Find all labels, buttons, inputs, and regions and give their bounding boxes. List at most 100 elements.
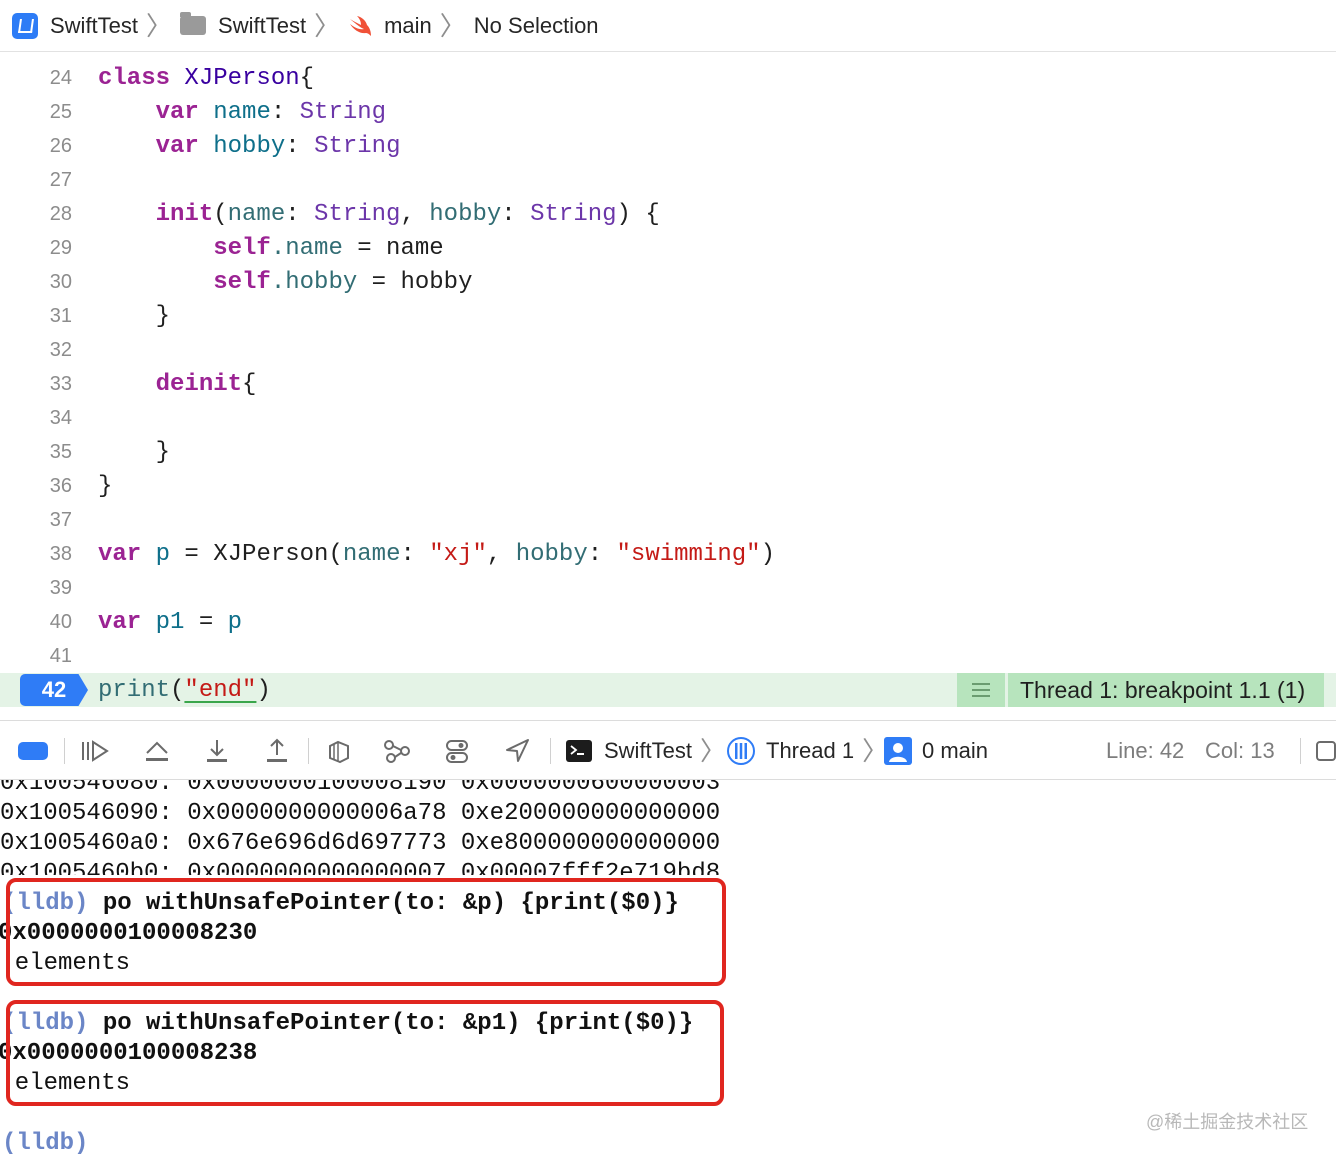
lldb-prompt-line[interactable]: (lldb) — [2, 1130, 88, 1157]
code-line: 40 var p1 = p — [0, 605, 1336, 639]
step-over-icon — [146, 741, 168, 761]
memory-graph-icon — [384, 740, 410, 763]
code-line: 33 deinit{ — [0, 367, 1336, 401]
debug-area-icon — [18, 742, 48, 760]
code-line: 28 init(name: String, hobby: String) { — [0, 197, 1336, 231]
highlight-box — [6, 1000, 724, 1106]
breakpoint-annotation[interactable]: Thread 1: breakpoint 1.1 (1) — [957, 673, 1324, 707]
chevron-right-icon: 〉 — [146, 10, 173, 41]
continue-icon — [82, 740, 109, 762]
environment-overrides-button[interactable] — [440, 721, 474, 781]
toggles-icon — [446, 740, 468, 763]
line-number: 29 — [49, 236, 72, 259]
code-line: 25 var name: String — [0, 95, 1336, 129]
source-editor[interactable]: 24 class XJPerson{ 25 var name: String 2… — [0, 53, 1336, 720]
frame-selector[interactable]: 0 main — [884, 721, 988, 781]
line-number: 35 — [49, 440, 72, 463]
column-indicator: Col: 13 — [1205, 738, 1275, 763]
swift-file-icon — [350, 15, 372, 36]
breakpoint-marker[interactable]: 42 — [20, 674, 88, 706]
thread-icon — [727, 737, 755, 765]
view-hierarchy-button[interactable] — [322, 721, 356, 781]
panel-icon — [1316, 741, 1336, 761]
process-selector[interactable]: SwiftTest 〉 — [566, 721, 734, 781]
breadcrumb-project[interactable]: SwiftTest — [12, 12, 138, 39]
line-number: 30 — [49, 270, 72, 293]
chevron-right-icon: 〉 — [700, 736, 727, 766]
breadcrumb-folder-label: SwiftTest — [218, 12, 307, 38]
breadcrumb-folder[interactable]: SwiftTest — [180, 12, 307, 39]
location-arrow-icon — [506, 739, 529, 762]
line-number: 39 — [49, 576, 72, 599]
step-over-button[interactable] — [140, 721, 174, 781]
code-line: 30 self.hobby = hobby — [0, 265, 1336, 299]
memory-dump-line: 0x100546080: 0x0000000100008190 0x000000… — [0, 780, 721, 797]
code-line: 27 — [0, 163, 1336, 197]
current-line: 42 print("end") Thread 1: breakpoint 1.1… — [0, 673, 1336, 707]
continue-button[interactable] — [78, 721, 112, 781]
watermark: @稀土掘金技术社区 — [1146, 1112, 1309, 1132]
code-line: 29 self.name = name — [0, 231, 1336, 265]
line-number: 31 — [49, 304, 72, 327]
step-out-icon — [267, 738, 287, 762]
line-number: 25 — [49, 100, 72, 123]
step-into-button[interactable] — [200, 721, 234, 781]
code-line: 34 — [0, 401, 1336, 435]
code-line: 35 } — [0, 435, 1336, 469]
memory-graph-button[interactable] — [380, 721, 414, 781]
line-number: 24 — [49, 66, 72, 89]
breakpoint-message: Thread 1: breakpoint 1.1 (1) — [1008, 673, 1324, 707]
breadcrumb-selection[interactable]: No Selection — [474, 13, 599, 39]
lldb-console[interactable]: 0x100546080: 0x0000000100008190 0x000000… — [0, 780, 1336, 1160]
memory-dump-line: 0x100546090: 0x0000000000006a78 0xe20000… — [0, 800, 721, 827]
line-number: 33 — [49, 372, 72, 395]
jump-bar: SwiftTest 〉 SwiftTest 〉 main 〉 No Select… — [0, 0, 1336, 52]
breadcrumb-file[interactable]: main — [348, 13, 432, 39]
divider — [64, 738, 65, 764]
line-number: 37 — [49, 508, 72, 531]
chevron-right-icon: 〉 — [314, 10, 341, 41]
divider — [1300, 738, 1301, 764]
line-number: 38 — [49, 542, 72, 565]
terminal-icon — [566, 740, 592, 762]
thread-selector[interactable]: Thread 1 〉 — [726, 721, 896, 781]
line-number: 36 — [49, 474, 72, 497]
process-label: SwiftTest — [604, 738, 693, 763]
user-frame-icon — [884, 737, 912, 765]
frame-label: 0 main — [922, 738, 989, 763]
debug-bar: SwiftTest 〉 Thread 1 〉 0 main Line: 42 C… — [0, 720, 1336, 780]
line-indicator: Line: 42 — [1106, 738, 1185, 763]
line-number: 32 — [49, 338, 72, 361]
highlight-box — [6, 878, 726, 986]
step-into-icon — [207, 740, 227, 762]
line-number: 41 — [49, 644, 72, 667]
line-number: 28 — [49, 202, 72, 225]
simulate-location-button[interactable] — [500, 721, 534, 781]
divider — [550, 738, 551, 764]
memory-dump-line: 0x1005460a0: 0x676e696d6d697773 0xe80000… — [0, 830, 721, 857]
breadcrumb-file-label: main — [384, 12, 432, 38]
line-number: 40 — [49, 610, 72, 633]
toggle-debug-area-button[interactable] — [16, 721, 50, 781]
split-console-button[interactable] — [1316, 721, 1336, 781]
code-line: 39 — [0, 571, 1336, 605]
folder-icon — [180, 12, 207, 35]
code-line: 31 } — [0, 299, 1336, 333]
code-line: 41 — [0, 639, 1336, 673]
thread-label: Thread 1 — [766, 738, 855, 763]
chevron-right-icon: 〉 — [439, 10, 466, 41]
menu-lines-icon — [957, 673, 1005, 707]
line-number: 26 — [49, 134, 72, 157]
divider — [308, 738, 309, 764]
code-line: 36 } — [0, 469, 1336, 503]
xcode-project-icon — [12, 12, 38, 39]
code-line: 37 — [0, 503, 1336, 537]
lldb-prompt: (lldb) — [2, 1130, 89, 1157]
step-out-button[interactable] — [260, 721, 294, 781]
code-line: 32 — [0, 333, 1336, 367]
code-line: 38 var p = XJPerson(name: "xj", hobby: "… — [0, 537, 1336, 571]
layers-icon — [329, 740, 349, 764]
code-line: 26 var hobby: String — [0, 129, 1336, 163]
line-number: 34 — [49, 406, 72, 429]
code-line: 24 class XJPerson{ — [0, 61, 1336, 95]
